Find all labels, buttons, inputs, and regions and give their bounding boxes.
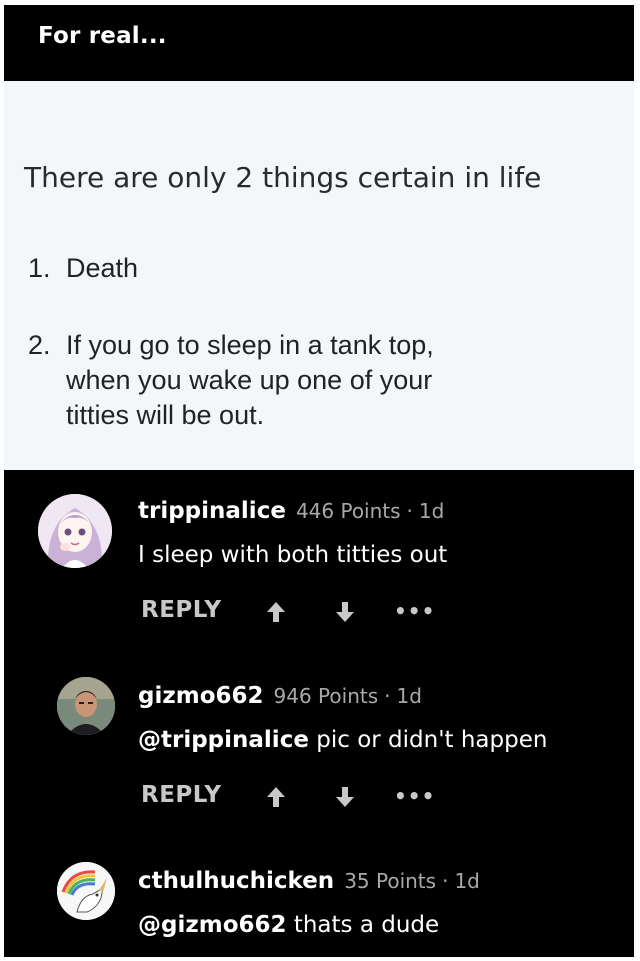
list-number: 2. bbox=[28, 330, 51, 360]
username[interactable]: gizmo662 bbox=[138, 683, 264, 709]
list-text-line: titties will be out. bbox=[66, 400, 265, 430]
downvote-arrow-icon[interactable] bbox=[335, 600, 355, 624]
comment-body: I sleep with both titties out bbox=[138, 542, 447, 568]
comment-body: @gizmo662 thats a dude bbox=[138, 912, 439, 938]
list-text-line: If you go to sleep in a tank top, bbox=[66, 330, 434, 360]
comment-meta: gizmo662 946 Points · 1d bbox=[138, 683, 422, 709]
more-options-button[interactable]: ••• bbox=[394, 784, 435, 808]
list-item-1: 1. Death bbox=[28, 251, 138, 286]
avatar[interactable] bbox=[57, 677, 115, 735]
username[interactable]: trippinalice bbox=[138, 498, 286, 524]
avatar[interactable] bbox=[57, 862, 115, 920]
header-bar: For real... bbox=[4, 5, 634, 81]
upvote-arrow-icon[interactable] bbox=[266, 600, 286, 624]
comments-section: trippinalice 446 Points · 1d I sleep with b… bbox=[4, 470, 634, 957]
list-text: If you go to sleep in a tank top, when y… bbox=[66, 328, 566, 433]
separator: · bbox=[384, 684, 391, 708]
list-number: 1. bbox=[28, 253, 51, 283]
username[interactable]: cthulhuchicken bbox=[138, 868, 334, 894]
list-text-line: when you wake up one of your bbox=[66, 365, 433, 395]
reply-button[interactable]: REPLY bbox=[141, 597, 222, 623]
separator: · bbox=[442, 869, 449, 893]
list-item-2: 2. If you go to sleep in a tank top, whe… bbox=[28, 328, 588, 430]
comment-text: thats a dude bbox=[286, 912, 440, 938]
downvote-arrow-icon[interactable] bbox=[335, 785, 355, 809]
more-options-button[interactable]: ••• bbox=[394, 599, 435, 623]
user-mention[interactable]: @trippinalice bbox=[138, 727, 309, 753]
avatar[interactable] bbox=[38, 494, 112, 568]
avatar-anime-girl-icon bbox=[38, 494, 112, 568]
post-image: There are only 2 things certain in life … bbox=[4, 81, 634, 470]
avatar-man-photo-icon bbox=[57, 677, 115, 735]
upvote-arrow-icon[interactable] bbox=[266, 785, 286, 809]
avatar-unicorn-rainbow-icon bbox=[57, 862, 115, 920]
list-text: Death bbox=[66, 253, 139, 283]
points: 35 Points bbox=[344, 869, 437, 893]
screenshot-frame: For real... There are only 2 things cert… bbox=[4, 5, 634, 957]
comment-body: @trippinalice pic or didn't happen bbox=[138, 727, 547, 753]
comment-meta: trippinalice 446 Points · 1d bbox=[138, 498, 444, 524]
comment-age: 1d bbox=[418, 499, 445, 523]
comment-age: 1d bbox=[454, 869, 480, 893]
reply-button[interactable]: REPLY bbox=[141, 782, 222, 808]
post-title: For real... bbox=[38, 23, 167, 49]
separator: · bbox=[406, 499, 413, 523]
comment-age: 1d bbox=[396, 684, 422, 708]
points: 446 Points bbox=[295, 499, 401, 523]
comment-text: pic or didn't happen bbox=[308, 727, 548, 753]
user-mention[interactable]: @gizmo662 bbox=[138, 912, 287, 938]
comment-meta: cthulhuchicken 35 Points · 1d bbox=[138, 868, 480, 894]
comment-text: I sleep with both titties out bbox=[138, 542, 448, 568]
post-heading: There are only 2 things certain in life bbox=[24, 161, 542, 194]
points: 946 Points bbox=[273, 684, 379, 708]
